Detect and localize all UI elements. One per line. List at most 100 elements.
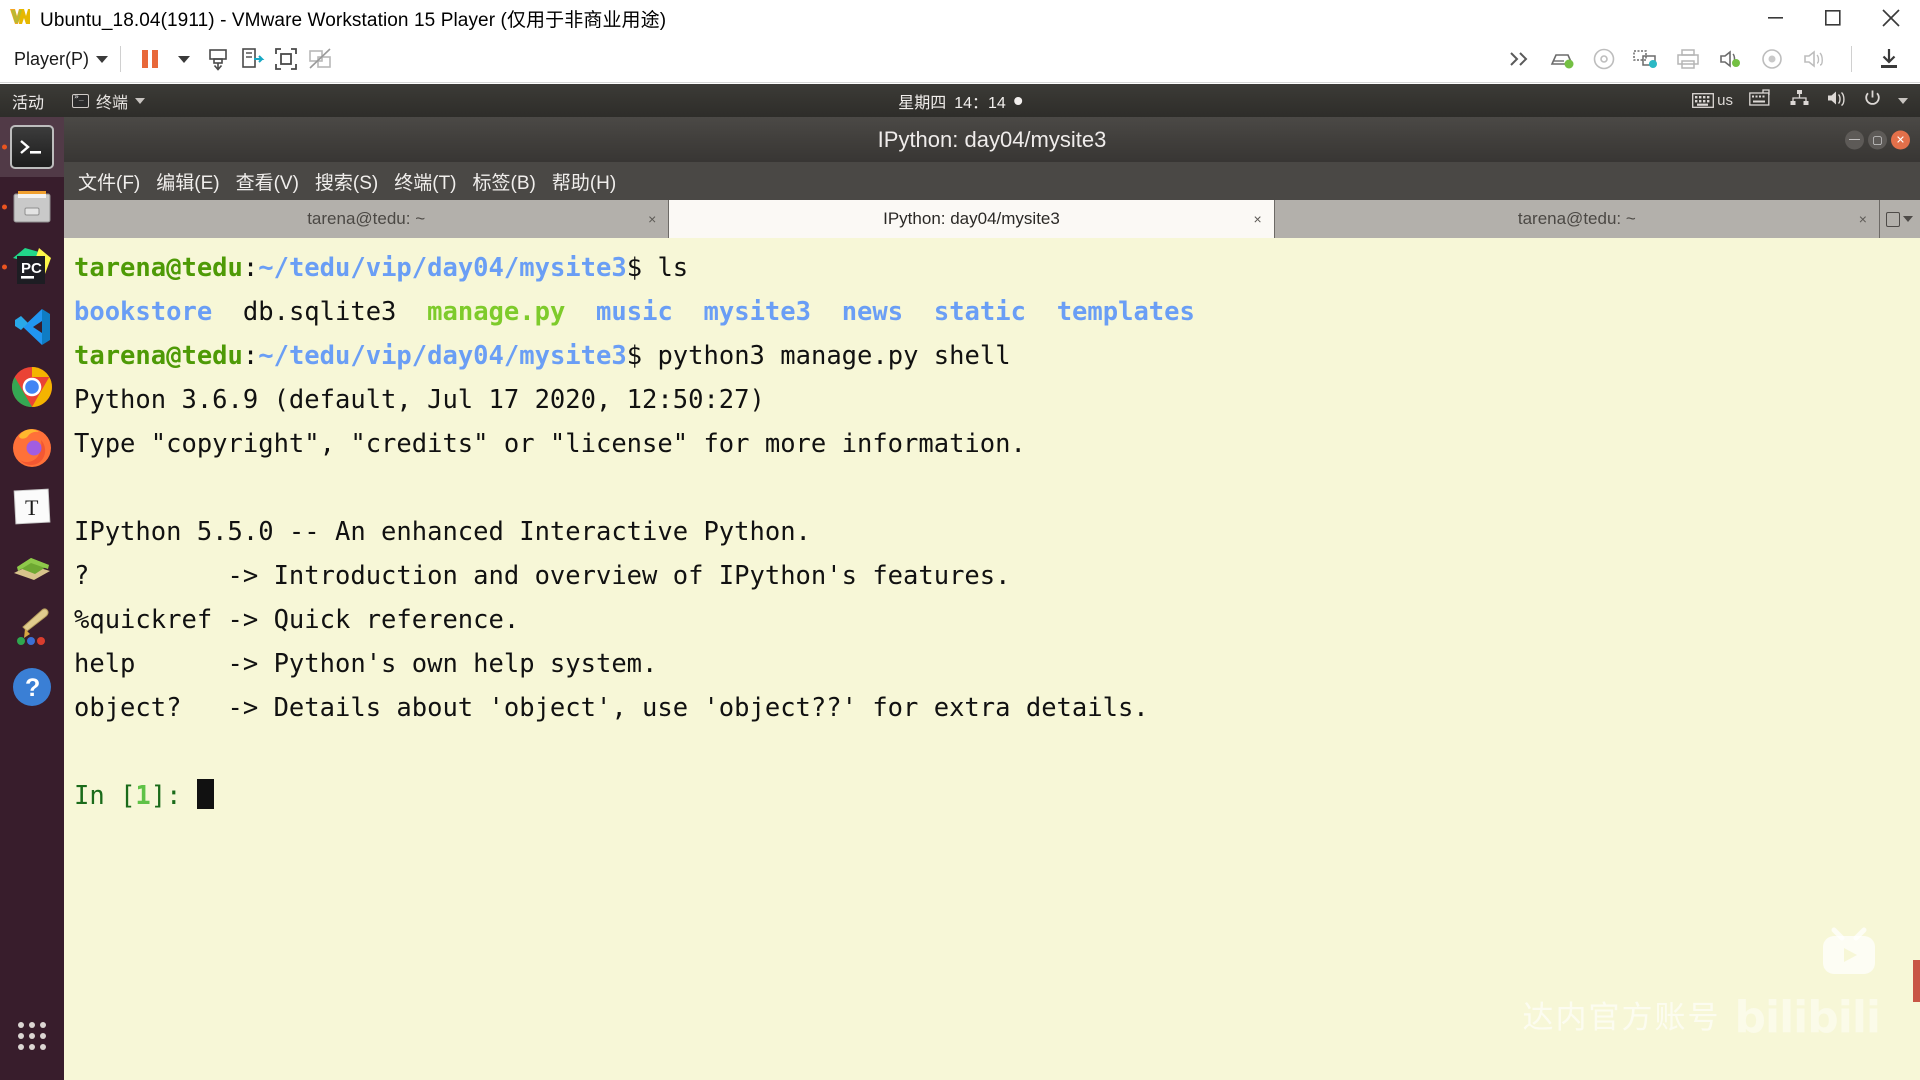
vmware-toolbar: Player(P) (0, 36, 1920, 83)
launcher-item-dictionary[interactable] (0, 537, 64, 597)
send-ctrl-alt-del-icon[interactable] (201, 42, 235, 76)
tab-label: IPython: day04/mysite3 (883, 209, 1060, 229)
clock-button[interactable]: 星期四 14：14 (898, 89, 1022, 113)
unity-mode-icon[interactable] (303, 42, 337, 76)
terminal-window-controls: — ▢ ✕ (1845, 130, 1910, 149)
launcher-item-firefox[interactable] (0, 417, 64, 477)
watermark-text: 达内官方账号 (1523, 996, 1721, 1040)
keyboard-layout-indicator[interactable]: us (1692, 92, 1733, 109)
sound-card-icon[interactable] (1713, 42, 1747, 76)
terminal-tab-3[interactable]: tarena@tedu: ~ × (1275, 200, 1880, 238)
close-button[interactable] (1862, 0, 1920, 36)
ls-entry: music (596, 297, 673, 327)
terminal-line: IPython 5.5.0 -- An enhanced Interactive… (74, 510, 1920, 554)
cd-dvd-icon[interactable] (1587, 42, 1621, 76)
chrome-icon (10, 365, 54, 409)
ls-gap (903, 297, 934, 327)
files-icon (10, 185, 54, 229)
network-adapter-icon[interactable] (1629, 42, 1663, 76)
restore-button[interactable] (1804, 0, 1862, 36)
system-menu-caret-icon[interactable] (1898, 98, 1908, 104)
pause-vm-icon[interactable] (133, 42, 167, 76)
launcher-item-vscode[interactable] (0, 297, 64, 357)
text-editor-icon: T (10, 485, 54, 529)
vmware-window-controls (1746, 0, 1920, 36)
running-indicator (2, 205, 7, 210)
help-icon: ? (10, 665, 54, 709)
firefox-icon (10, 425, 54, 469)
terminal-line (74, 466, 1920, 510)
install-tools-icon[interactable] (1872, 42, 1906, 76)
terminal-window-title: IPython: day04/mysite3 (878, 127, 1107, 153)
running-indicator (2, 265, 7, 270)
terminal-tab-2[interactable]: IPython: day04/mysite3 × (669, 200, 1274, 238)
screenshot-root: Ubuntu_18.04(1911) - VMware Workstation … (0, 0, 1920, 1080)
tab-list-button[interactable] (1880, 200, 1920, 238)
menu-tabs[interactable]: 标签(B) (473, 168, 536, 195)
show-applications-button[interactable] (0, 1008, 64, 1064)
onscreen-keyboard-icon[interactable] (1749, 88, 1773, 113)
hard-disk-icon[interactable] (1545, 42, 1579, 76)
player-menu-button[interactable]: Player(P) (14, 49, 108, 70)
menu-search[interactable]: 搜索(S) (315, 168, 378, 195)
close-icon[interactable]: × (1859, 211, 1867, 227)
terminal-output-area[interactable]: tarena@tedu:~/tedu/vip/day04/mysite3$ ls… (64, 238, 1920, 1080)
launcher-item-text-editor[interactable]: T (0, 477, 64, 537)
terminal-menubar: 文件(F) 编辑(E) 查看(V) 搜索(S) 终端(T) 标签(B) 帮助(H… (64, 162, 1920, 200)
prompt-colon: : (243, 253, 258, 283)
vmware-titlebar: Ubuntu_18.04(1911) - VMware Workstation … (0, 0, 1920, 36)
launcher-item-chrome[interactable] (0, 357, 64, 417)
usb-controller-icon[interactable] (1755, 42, 1789, 76)
more-devices-icon[interactable] (1503, 42, 1537, 76)
network-icon[interactable] (1789, 89, 1810, 112)
ls-gap (396, 297, 427, 327)
volume-icon[interactable] (1826, 89, 1847, 112)
launcher-item-pycharm[interactable]: PC (0, 237, 64, 297)
menu-view[interactable]: 查看(V) (236, 168, 299, 195)
minimize-button[interactable] (1746, 0, 1804, 36)
pause-dropdown-icon[interactable] (167, 42, 201, 76)
menu-edit[interactable]: 编辑(E) (156, 168, 219, 195)
vmware-window-title: Ubuntu_18.04(1911) - VMware Workstation … (40, 5, 666, 32)
launcher-item-help[interactable]: ? (0, 657, 64, 717)
launcher-item-gimp[interactable] (0, 597, 64, 657)
pycharm-icon: PC (10, 245, 54, 289)
app-menu-button[interactable]: 终端 (72, 89, 145, 113)
terminal-line (74, 730, 1920, 774)
ls-entry: mysite3 (704, 297, 811, 327)
speaker-icon[interactable] (1797, 42, 1831, 76)
terminal-line: help -> Python's own help system. (74, 642, 1920, 686)
terminal-window: IPython: day04/mysite3 — ▢ ✕ 文件(F) 编辑(E)… (64, 117, 1920, 1080)
terminal-close-button[interactable]: ✕ (1891, 130, 1910, 149)
clock-day: 星期四 (898, 89, 946, 113)
power-menu-icon[interactable] (1863, 89, 1882, 113)
close-icon[interactable]: × (1253, 211, 1261, 227)
launcher-item-terminal[interactable] (0, 117, 64, 177)
launcher-item-files[interactable] (0, 177, 64, 237)
activities-button[interactable]: 活动 (12, 89, 44, 113)
terminal-maximize-button[interactable]: ▢ (1868, 130, 1887, 149)
chevron-down-icon (1903, 216, 1913, 222)
tab-list-icon (1886, 212, 1900, 227)
ls-gap (1026, 297, 1057, 327)
menu-help[interactable]: 帮助(H) (552, 168, 616, 195)
terminal-tabbar: tarena@tedu: ~ × IPython: day04/mysite3 … (64, 200, 1920, 238)
terminal-tab-1[interactable]: tarena@tedu: ~ × (64, 200, 669, 238)
books-icon (10, 545, 54, 589)
scrollbar-marker[interactable] (1913, 960, 1920, 1002)
enter-fullscreen-icon[interactable] (269, 42, 303, 76)
menu-terminal[interactable]: 终端(T) (394, 168, 456, 195)
terminal-icon (10, 125, 54, 169)
clock-time: 14：14 (954, 89, 1006, 113)
terminal-minimize-button[interactable]: — (1845, 130, 1864, 149)
terminal-line: tarena@tedu:~/tedu/vip/day04/mysite3$ py… (74, 334, 1920, 378)
menu-file[interactable]: 文件(F) (78, 168, 140, 195)
ls-gap (212, 297, 243, 327)
ls-gap (811, 297, 842, 327)
close-icon[interactable]: × (648, 211, 656, 227)
printer-icon[interactable] (1671, 42, 1705, 76)
terminal-titlebar: IPython: day04/mysite3 — ▢ ✕ (64, 117, 1920, 162)
manage-vm-icon[interactable] (235, 42, 269, 76)
keyboard-layout-label: us (1717, 92, 1733, 109)
input-prompt-bracket-open: [ (120, 781, 135, 811)
